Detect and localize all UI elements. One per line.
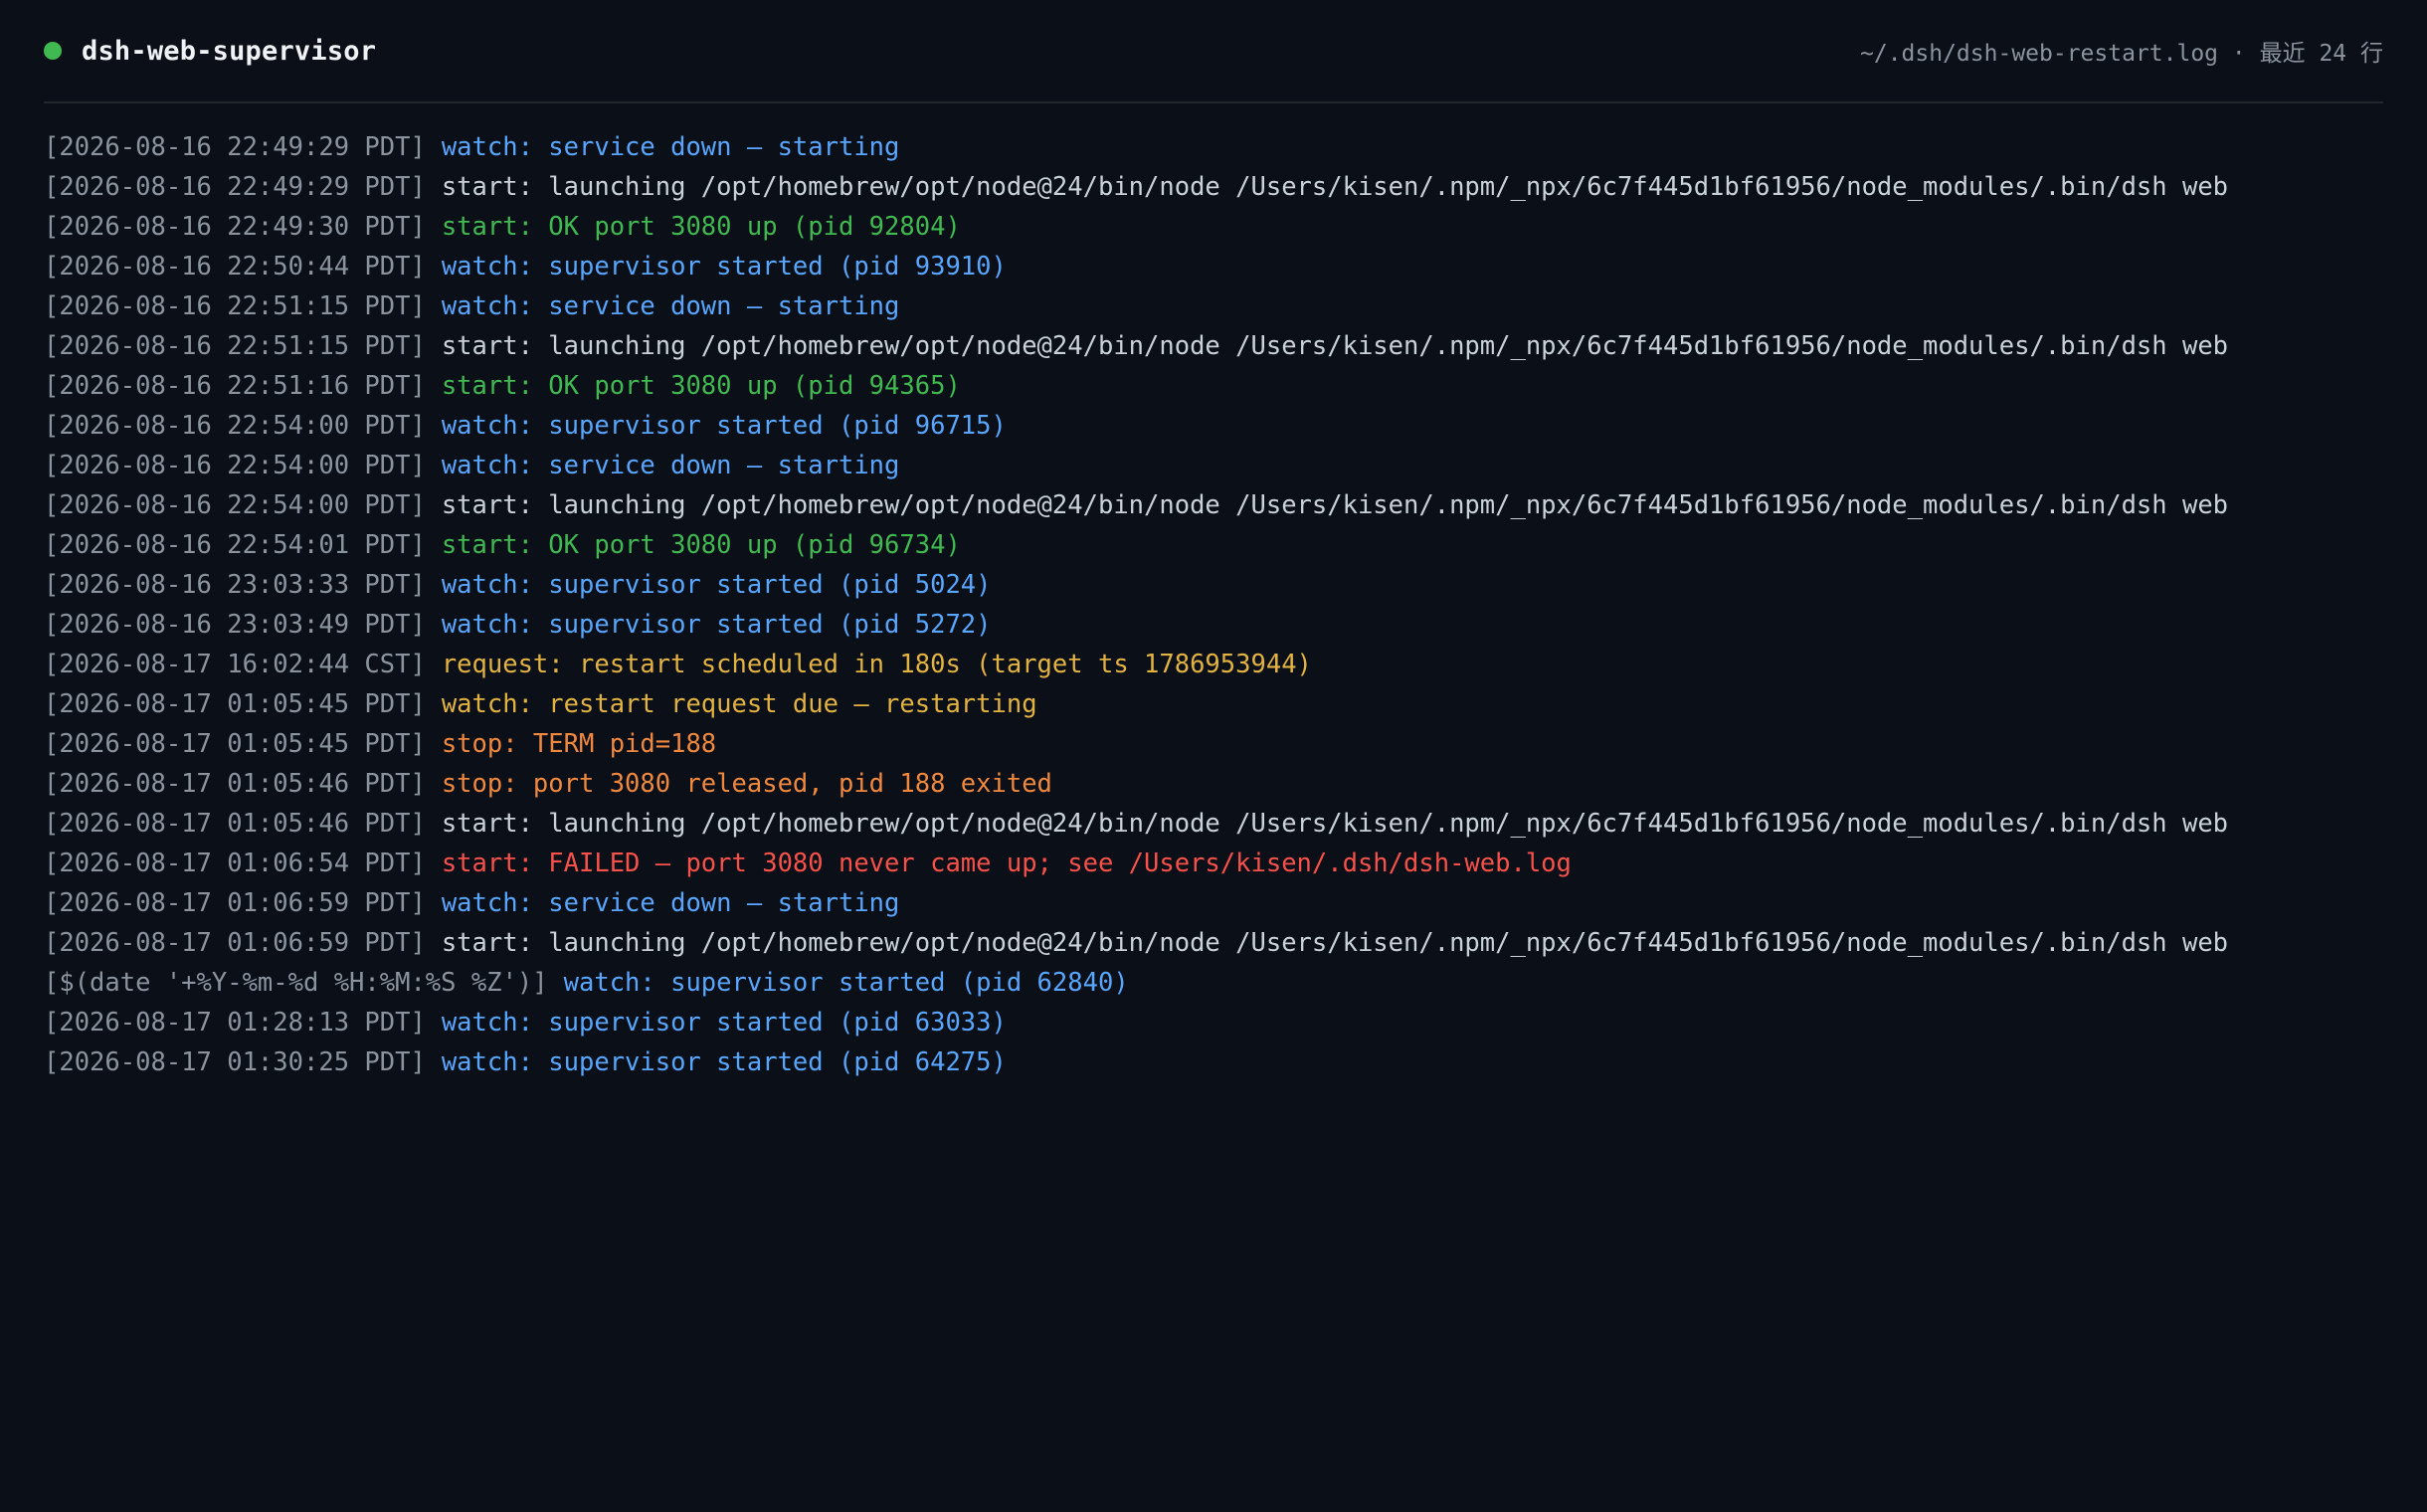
log-line: [2026-08-17 01:06:54 PDT] start: FAILED —…: [44, 844, 2383, 883]
log-timestamp: [2026-08-16 22:51:15 PDT]: [44, 331, 426, 361]
log-timestamp: [2026-08-16 23:03:49 PDT]: [44, 610, 426, 640]
log-line: [2026-08-17 01:05:45 PDT] watch: restart …: [44, 684, 2383, 724]
log-line: [$(date '+%Y-%m-%d %H:%M:%S %Z')] watch: …: [44, 963, 2383, 1003]
log-message: watch: service down — starting: [441, 451, 900, 480]
log-message: stop: port 3080 released, pid 188 exited: [441, 769, 1052, 799]
log-message: watch: supervisor started (pid 64275): [441, 1047, 1007, 1077]
log-timestamp: [2026-08-16 22:49:29 PDT]: [44, 132, 426, 162]
header: dsh-web-supervisor ~/.dsh/dsh-web-restar…: [44, 0, 2383, 103]
log-message: request: restart scheduled in 180s (targ…: [441, 650, 1312, 679]
log-timestamp: [2026-08-17 01:05:45 PDT]: [44, 729, 426, 759]
log-timestamp: [2026-08-16 22:54:00 PDT]: [44, 451, 426, 480]
log-line: [2026-08-16 22:49:30 PDT] start: OK port …: [44, 207, 2383, 247]
log-message: watch: supervisor started (pid 63033): [441, 1008, 1007, 1038]
log-line: [2026-08-16 22:50:44 PDT] watch: supervis…: [44, 247, 2383, 286]
log-timestamp: [2026-08-17 01:06:59 PDT]: [44, 888, 426, 918]
log-timestamp: [2026-08-17 01:30:25 PDT]: [44, 1047, 426, 1077]
log-line: [2026-08-16 22:54:00 PDT] watch: service …: [44, 446, 2383, 485]
log-line: [2026-08-16 23:03:49 PDT] watch: supervis…: [44, 605, 2383, 645]
log-message: watch: service down — starting: [441, 132, 900, 162]
log-timestamp: [2026-08-16 22:54:00 PDT]: [44, 490, 426, 520]
log-line: [2026-08-17 01:05:46 PDT] start: launchin…: [44, 804, 2383, 844]
log-timestamp: [2026-08-17 16:02:44 CST]: [44, 650, 426, 679]
log-timestamp: [2026-08-16 22:51:15 PDT]: [44, 291, 426, 321]
log-line: [2026-08-17 01:05:46 PDT] stop: port 3080…: [44, 764, 2383, 804]
page-title: dsh-web-supervisor: [82, 35, 377, 67]
log-line: [2026-08-16 22:54:00 PDT] watch: supervis…: [44, 406, 2383, 446]
log-timestamp: [2026-08-17 01:05:46 PDT]: [44, 769, 426, 799]
log-timestamp: [2026-08-16 22:49:30 PDT]: [44, 212, 426, 242]
log-line: [2026-08-16 22:54:00 PDT] start: launchin…: [44, 485, 2383, 525]
log-message: start: OK port 3080 up (pid 92804): [441, 212, 961, 242]
log-line: [2026-08-16 22:54:01 PDT] start: OK port …: [44, 525, 2383, 565]
log-timestamp: [2026-08-16 22:54:01 PDT]: [44, 530, 426, 560]
log-timestamp: [2026-08-17 01:05:46 PDT]: [44, 809, 426, 839]
log-message: watch: supervisor started (pid 93910): [441, 252, 1007, 282]
log-message: start: launching /opt/homebrew/opt/node@…: [441, 928, 2229, 958]
log-meta: ~/.dsh/dsh-web-restart.log · 最近 24 行: [1860, 34, 2383, 68]
log-message: watch: service down — starting: [441, 291, 900, 321]
log-timestamp: [2026-08-16 22:51:16 PDT]: [44, 371, 426, 401]
log-file-path: ~/.dsh/dsh-web-restart.log: [1860, 41, 2219, 67]
log-line: [2026-08-17 16:02:44 CST] request: restar…: [44, 645, 2383, 684]
log-message: start: OK port 3080 up (pid 94365): [441, 371, 961, 401]
log-line: [2026-08-16 22:51:15 PDT] start: launchin…: [44, 326, 2383, 366]
log-message: watch: supervisor started (pid 96715): [441, 411, 1007, 441]
log-message: watch: supervisor started (pid 5024): [441, 570, 992, 600]
log-message: watch: supervisor started (pid 62840): [563, 968, 1129, 998]
log-timestamp: [$(date '+%Y-%m-%d %H:%M:%S %Z')]: [44, 968, 548, 998]
log-message: start: launching /opt/homebrew/opt/node@…: [441, 172, 2229, 202]
log-message: watch: service down — starting: [441, 888, 900, 918]
log-line: [2026-08-16 22:49:29 PDT] start: launchin…: [44, 167, 2383, 207]
log-line: [2026-08-16 23:03:33 PDT] watch: supervis…: [44, 565, 2383, 605]
log-timestamp: [2026-08-16 22:54:00 PDT]: [44, 411, 426, 441]
log-line: [2026-08-16 22:51:15 PDT] watch: service …: [44, 286, 2383, 326]
log-output: [2026-08-16 22:49:29 PDT] watch: service …: [44, 127, 2383, 1082]
log-line: [2026-08-17 01:06:59 PDT] start: launchin…: [44, 923, 2383, 963]
log-message: start: launching /opt/homebrew/opt/node@…: [441, 809, 2229, 839]
line-count-label: 最近 24 行: [2259, 41, 2383, 67]
header-left: dsh-web-supervisor: [44, 36, 376, 67]
log-line: [2026-08-17 01:28:13 PDT] watch: supervis…: [44, 1003, 2383, 1042]
log-line: [2026-08-17 01:05:45 PDT] stop: TERM pid=…: [44, 724, 2383, 764]
log-message: watch: restart request due — restarting: [441, 689, 1037, 719]
status-dot-icon: [44, 42, 62, 60]
log-message: start: OK port 3080 up (pid 96734): [441, 530, 961, 560]
log-message: start: launching /opt/homebrew/opt/node@…: [441, 490, 2229, 520]
log-line: [2026-08-17 01:06:59 PDT] watch: service …: [44, 883, 2383, 923]
log-timestamp: [2026-08-16 23:03:33 PDT]: [44, 570, 426, 600]
log-message: stop: TERM pid=188: [441, 729, 717, 759]
log-timestamp: [2026-08-17 01:06:59 PDT]: [44, 928, 426, 958]
log-message: start: launching /opt/homebrew/opt/node@…: [441, 331, 2229, 361]
meta-separator: ·: [2231, 41, 2246, 67]
log-timestamp: [2026-08-17 01:06:54 PDT]: [44, 849, 426, 878]
log-viewer: dsh-web-supervisor ~/.dsh/dsh-web-restar…: [0, 0, 2427, 1512]
log-line: [2026-08-16 22:49:29 PDT] watch: service …: [44, 127, 2383, 167]
log-timestamp: [2026-08-16 22:50:44 PDT]: [44, 252, 426, 282]
log-message: start: FAILED — port 3080 never came up;…: [441, 849, 1572, 878]
log-line: [2026-08-17 01:30:25 PDT] watch: supervis…: [44, 1042, 2383, 1082]
log-message: watch: supervisor started (pid 5272): [441, 610, 992, 640]
log-timestamp: [2026-08-17 01:05:45 PDT]: [44, 689, 426, 719]
log-timestamp: [2026-08-16 22:49:29 PDT]: [44, 172, 426, 202]
log-timestamp: [2026-08-17 01:28:13 PDT]: [44, 1008, 426, 1038]
log-line: [2026-08-16 22:51:16 PDT] start: OK port …: [44, 366, 2383, 406]
